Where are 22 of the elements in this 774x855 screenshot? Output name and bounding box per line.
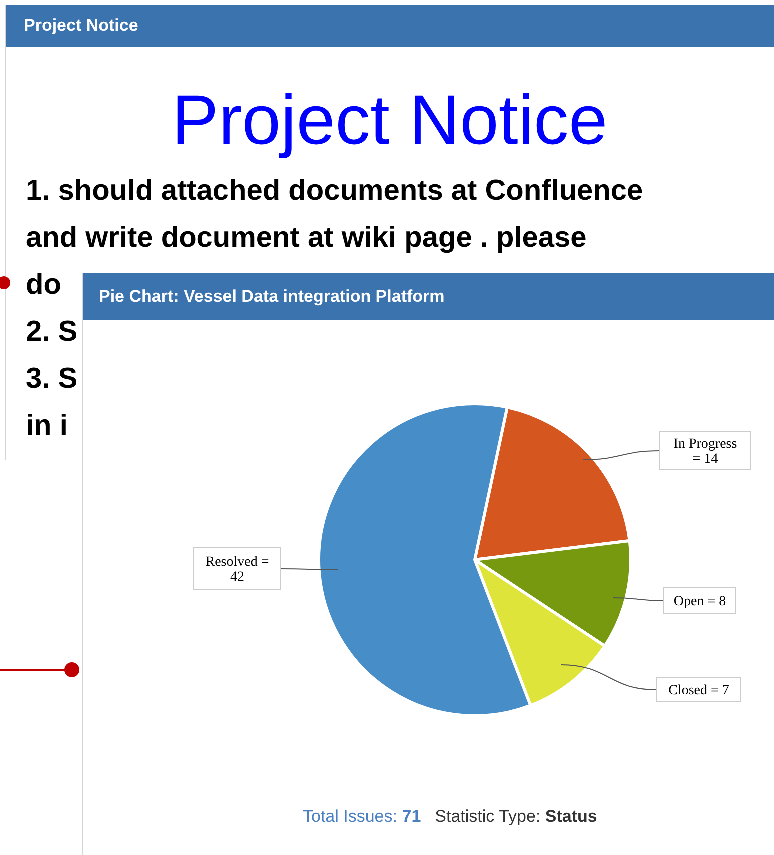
- notice-text: do: [26, 269, 62, 302]
- leader-line: [280, 568, 338, 570]
- slice-label: Closed = 7: [656, 678, 742, 702]
- slice-label: In Progress = 14: [660, 432, 752, 470]
- data-label: = 14: [692, 452, 718, 467]
- slice-label: In Progress: [674, 437, 738, 452]
- slice-label: Open = 8: [674, 594, 726, 610]
- statistic-type: Statistic Type: Status: [435, 806, 598, 828]
- notice-text: and write document at wiki page . please: [26, 222, 587, 255]
- leader-line: [612, 598, 664, 602]
- panel-title: Project Notice: [24, 15, 138, 38]
- total-issues: Total Issues: 71: [303, 806, 422, 828]
- slice-label: Resolved = 42: [194, 548, 282, 590]
- slice-label: Resolved = 42: [206, 555, 270, 585]
- notice-text: 3. S: [26, 363, 78, 396]
- notice-heading: Project Notice: [172, 80, 608, 161]
- notice-text: in i: [26, 410, 68, 443]
- panel-title: Pie Chart: Vessel Data integration Platform: [99, 286, 445, 308]
- slice-label: Closed = 7: [668, 684, 730, 698]
- slice-label: Open = 8: [664, 588, 736, 614]
- notice-text: 2. S: [26, 316, 78, 349]
- notice-text: 1. should attached documents at Confluence: [26, 175, 644, 208]
